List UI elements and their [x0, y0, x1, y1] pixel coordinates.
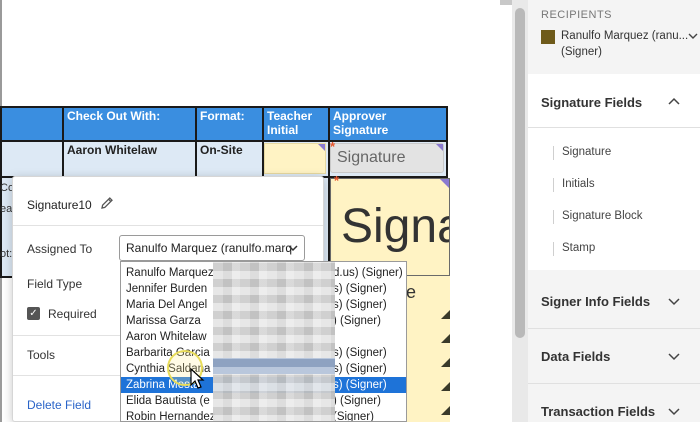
tree-line	[553, 178, 554, 192]
section-title-signer-info-fields[interactable]: Signer Info Fields	[541, 294, 650, 309]
field-corner-marker	[436, 144, 443, 151]
assigned-to-label: Assigned To	[27, 242, 93, 256]
pencil-icon[interactable]	[99, 195, 115, 211]
field-corner-marker	[441, 406, 450, 415]
tree-line	[553, 146, 554, 160]
mouse-pointer-icon	[190, 368, 205, 389]
signature-field-label: Signature	[337, 149, 406, 166]
dropdown-option-name: Jennifer Burden	[126, 283, 208, 295]
chevron-up-icon[interactable]	[668, 96, 680, 108]
dropdown-option-suffix: ) (Signer)	[333, 315, 381, 327]
table-header-approver-signature: Approver Signature	[328, 106, 448, 142]
signer-info-fields-section: Signer Info Fields	[528, 274, 700, 328]
chevron-down-icon[interactable]	[668, 350, 680, 362]
section-title-transaction-fields[interactable]: Transaction Fields	[541, 404, 655, 419]
scrollbar-thumb[interactable]	[515, 8, 525, 338]
chevron-down-icon[interactable]	[668, 295, 680, 307]
divider	[528, 127, 700, 128]
field-name-label: Signature10	[27, 198, 92, 212]
tools-label: Tools	[27, 348, 56, 362]
table-cell-check-out-with: Aaron Whitelaw	[62, 140, 197, 178]
required-label: Required	[48, 307, 97, 321]
recipient-color-swatch	[541, 30, 555, 44]
fields-panel: RECIPIENTS Ranulfo Marquez (ranu... (Sig…	[528, 0, 700, 422]
data-fields-section: Data Fields	[528, 329, 700, 383]
dropdown-option-suffix: ) (Signer)	[333, 395, 381, 407]
field-item-stamp[interactable]: Stamp	[562, 242, 595, 254]
dropdown-option-suffix: s) (Signer)	[333, 363, 387, 375]
redacted-email-blur	[213, 262, 335, 421]
chevron-down-icon[interactable]	[688, 31, 698, 41]
vertical-scrollbar[interactable]	[512, 0, 528, 422]
canvas-top-strip	[500, 0, 512, 5]
divider	[13, 225, 323, 226]
dropdown-option-suffix: s) (Signer)	[333, 347, 387, 359]
chevron-down-icon[interactable]	[668, 405, 680, 417]
required-marker: *	[330, 139, 336, 154]
signature-field-large-label: Signa	[341, 200, 449, 253]
field-column-right[interactable]: e	[406, 276, 450, 422]
assignee-dropdown-list[interactable]: Ranulfo Marquez d.us) (Signer) Jennifer Bu…	[120, 261, 407, 422]
left-fragment: ot:	[0, 248, 13, 260]
dropdown-option-suffix: s) (Signer)	[333, 379, 387, 391]
field-corner-marker	[318, 144, 325, 151]
field-corner-marker	[441, 382, 450, 391]
field-item-signature-block[interactable]: Signature Block	[562, 210, 643, 222]
tree-line	[553, 210, 554, 224]
section-title-data-fields[interactable]: Data Fields	[541, 349, 610, 364]
required-marker: *	[334, 173, 340, 188]
dropdown-option-name: Aaron Whitelaw	[126, 331, 207, 343]
dropdown-option-suffix: s) (Signer)	[333, 283, 387, 295]
chevron-down-icon	[288, 245, 298, 252]
table-header-row: Check Out With: Format: Teacher Initial …	[0, 106, 448, 142]
table-header-check-out-with: Check Out With:	[62, 106, 197, 142]
field-item-signature[interactable]: Signature	[562, 146, 611, 158]
table-cell	[0, 140, 64, 178]
dropdown-option-name: Ranulfo Marquez	[126, 267, 214, 279]
assigned-to-value: Ranulfo Marquez (ranulfo.marq	[126, 241, 293, 255]
field-type-label: Field Type	[27, 277, 83, 291]
field-corner-marker	[441, 334, 450, 343]
dropdown-option-name: Marissa Garza	[126, 315, 201, 327]
dropdown-option-name: Maria Del Angel	[126, 299, 208, 311]
required-checkbox[interactable]: ✓	[27, 307, 40, 320]
partial-field-text: e	[406, 282, 417, 302]
table-header-teacher-initial: Teacher Initial	[262, 106, 330, 142]
field-corner-marker	[441, 310, 450, 319]
assigned-to-select[interactable]: Ranulfo Marquez (ranulfo.marq	[119, 235, 305, 261]
dropdown-option-name: Elida Bautista (e	[126, 395, 210, 407]
signature-field-small[interactable]: Signature	[330, 143, 444, 173]
delete-field-link[interactable]: Delete Field	[27, 398, 91, 412]
dropdown-option-suffix: s) (Signer)	[333, 299, 387, 311]
recipient-selector[interactable]: Ranulfo Marquez (ranu... (Signer)	[561, 28, 689, 60]
table-header-cell	[0, 106, 64, 142]
section-title-signature-fields[interactable]: Signature Fields	[541, 95, 642, 110]
dropdown-option-suffix: d.us) (Signer)	[333, 267, 403, 279]
field-corner-marker	[440, 179, 449, 188]
table-cell-format: On-Site	[195, 140, 264, 178]
field-corner-marker	[441, 358, 450, 367]
dropdown-option-suffix: (Signer)	[333, 411, 374, 422]
transaction-fields-section: Transaction Fields	[528, 384, 700, 422]
recipients-header: RECIPIENTS	[541, 9, 613, 21]
table-header-format: Format:	[195, 106, 264, 142]
redacted-selection-band	[213, 358, 335, 374]
teacher-initial-field[interactable]	[264, 143, 326, 174]
tree-line	[553, 242, 554, 256]
dropdown-option-name: Robin Hernandez	[126, 411, 216, 422]
signature-fields-section: Signature Fields Signature Initials Sign…	[528, 74, 700, 270]
field-item-initials[interactable]: Initials	[562, 178, 595, 190]
